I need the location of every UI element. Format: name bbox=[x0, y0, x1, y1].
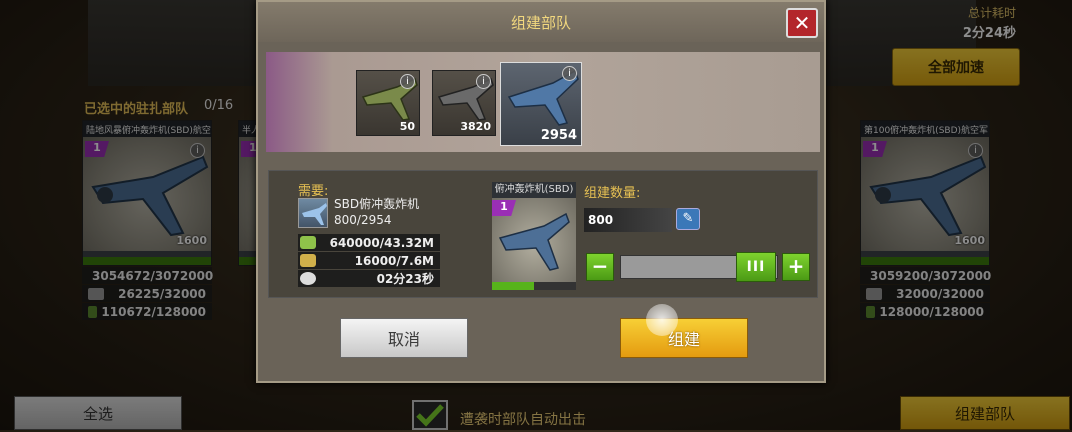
edit-icon[interactable]: ✎ bbox=[676, 208, 700, 230]
info-icon[interactable]: i bbox=[400, 74, 415, 89]
build-troops-dialog: 组建部队 ✕ i 50 i 3820 i 2954 需要: SBD俯冲轰炸机 8… bbox=[256, 0, 826, 383]
info-icon[interactable]: i bbox=[476, 74, 491, 89]
decrease-button[interactable]: − bbox=[586, 253, 614, 281]
coins-icon bbox=[300, 254, 316, 267]
thumbnail-count: 50 bbox=[399, 120, 415, 133]
quantity-label: 组建数量: bbox=[584, 186, 641, 201]
unit-thumbnail[interactable]: i 3820 bbox=[432, 70, 496, 136]
resource-row-ammo: 16000/7.6M bbox=[298, 252, 440, 269]
slider-handle[interactable]: III bbox=[736, 252, 776, 282]
cancel-button[interactable]: 取消 bbox=[340, 318, 468, 358]
info-icon[interactable]: i bbox=[562, 66, 577, 81]
quantity-input[interactable]: 800 bbox=[584, 208, 672, 232]
close-button[interactable]: ✕ bbox=[786, 8, 818, 38]
thumbnail-count: 3820 bbox=[460, 120, 491, 133]
unit-thumbnail-selected[interactable]: i 2954 bbox=[500, 62, 582, 146]
unit-icon bbox=[298, 198, 328, 228]
unit-progress-fill bbox=[492, 282, 534, 290]
required-unit-name: SBD俯冲轰炸机 bbox=[334, 197, 420, 211]
dialog-title: 组建部队 bbox=[510, 14, 571, 32]
cash-icon bbox=[300, 236, 316, 249]
build-button[interactable]: 组建 bbox=[620, 318, 748, 358]
unit-preview-name: 俯冲轰炸机(SBD) bbox=[492, 182, 576, 198]
required-unit-count: 800/2954 bbox=[334, 213, 392, 227]
resource-row-time: 02分23秒 bbox=[298, 270, 440, 287]
increase-button[interactable]: + bbox=[782, 253, 810, 281]
resource-row-food: 640000/43.32M bbox=[298, 234, 440, 251]
thumbnail-count: 2954 bbox=[540, 128, 577, 143]
clock-icon bbox=[300, 272, 316, 285]
requirements-label: 需要: bbox=[298, 184, 329, 199]
unit-thumbnail[interactable]: i 50 bbox=[356, 70, 420, 136]
touch-indicator bbox=[646, 304, 678, 336]
